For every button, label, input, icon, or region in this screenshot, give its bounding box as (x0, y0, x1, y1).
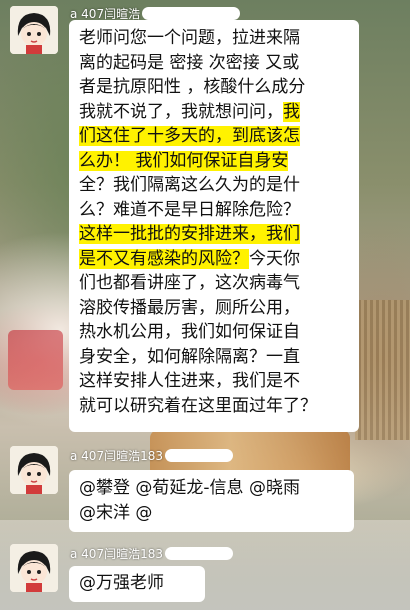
message-text: 们也都看讲座了，这次病毒气 (79, 273, 300, 293)
message-text: 离的起码是 密接 次密接 又或 (79, 52, 300, 73)
message-text: 身安全，如何解除隔离？一直 (79, 346, 300, 367)
message-line: @宋洋 @ (79, 501, 344, 526)
message-text: 么？难道不是早日解除危险？ (79, 199, 300, 220)
message-line: 么？难道不是早日解除危险？ (79, 198, 349, 223)
message-text: 我就不说了，我就想问问， (79, 101, 283, 122)
cartoon-boy-avatar-icon[interactable] (10, 446, 58, 494)
cartoon-boy-avatar-icon[interactable] (10, 544, 58, 592)
redacted-name-bar (164, 449, 233, 462)
highlighted-text: 么办！ 我们如何保证自身安 (79, 150, 289, 171)
message-text: 这样安排人住进来，我们是不 (79, 371, 300, 391)
highlighted-text: 我 (283, 101, 300, 122)
message-line: 热水机公用，我们如何保证自 (79, 320, 349, 345)
message-line: 这样安排人住进来，我们是不 (79, 369, 349, 394)
message-text: 热水机公用，我们如何保证自 (79, 322, 300, 342)
background-bottle (8, 330, 63, 390)
message-line: 全？我们隔离这么久为的是什 (79, 173, 349, 198)
message-line: 们也都看讲座了，这次病毒气 (79, 271, 349, 296)
message-line: 么办！ 我们如何保证自身安 (79, 149, 349, 174)
sender-name: a 407闫暄浩183 (70, 447, 233, 464)
message-bubble[interactable]: @攀登 @荀延龙-信息 @晓雨 @宋洋 @ (69, 470, 354, 532)
sender-name: a 407闫暄浩183 (70, 545, 233, 562)
background-straw-decor (355, 300, 410, 440)
cartoon-boy-avatar-icon[interactable] (10, 6, 58, 54)
message-line: 就可以研究着在这里面过年了？ (79, 394, 349, 419)
message-line: 者是抗原阳性 ，核酸什么成分 (79, 75, 349, 100)
message-bubble[interactable]: 老师问您一个问题，拉进来隔 离的起码是 密接 次密接 又或 者是抗原阳性 ，核酸什么… (69, 20, 359, 432)
highlighted-text: 们这住了十多天的，到底该怎 (79, 126, 300, 146)
message-bubble[interactable]: @万强老师 (69, 566, 205, 602)
message-line: 溶胶传播最厉害，厕所公用， (79, 296, 349, 321)
message-line: 离的起码是 密接 次密接 又或 (79, 51, 349, 76)
message-text: @万强老师 (79, 573, 164, 593)
message-text: @攀登 @荀延龙-信息 @晓雨 (79, 478, 300, 498)
highlighted-text: 是不又有感染的风险？ (79, 248, 249, 269)
message-text: @宋洋 @ (79, 502, 153, 523)
highlighted-text: 这样一批批的安排进来，我们 (79, 224, 300, 244)
message-line: 老师问您一个问题，拉进来隔 (79, 26, 349, 51)
message-line: 们这住了十多天的，到底该怎 (79, 124, 349, 149)
message-line: 身安全，如何解除隔离？一直 (79, 345, 349, 370)
message-line: 是不又有感染的风险？今天你 (79, 247, 349, 272)
message-line: @万强老师 (79, 571, 195, 596)
message-text: 老师问您一个问题，拉进来隔 (79, 28, 300, 48)
message-text: 溶胶传播最厉害，厕所公用， (79, 297, 300, 318)
message-line: 我就不说了，我就想问问，我 (79, 100, 349, 125)
message-text: 就可以研究着在这里面过年了？ (79, 395, 317, 416)
redacted-name-bar (164, 547, 233, 560)
message-line: 这样一批批的安排进来，我们 (79, 222, 349, 247)
background-tablecloth (0, 520, 410, 610)
message-line: @攀登 @荀延龙-信息 @晓雨 (79, 476, 344, 501)
redacted-name-bar (142, 7, 241, 20)
message-text: 者是抗原阳性 ，核酸什么成分 (79, 77, 306, 97)
message-text: 今天你 (249, 248, 300, 269)
message-text: 全？我们隔离这么久为的是什 (79, 175, 300, 195)
